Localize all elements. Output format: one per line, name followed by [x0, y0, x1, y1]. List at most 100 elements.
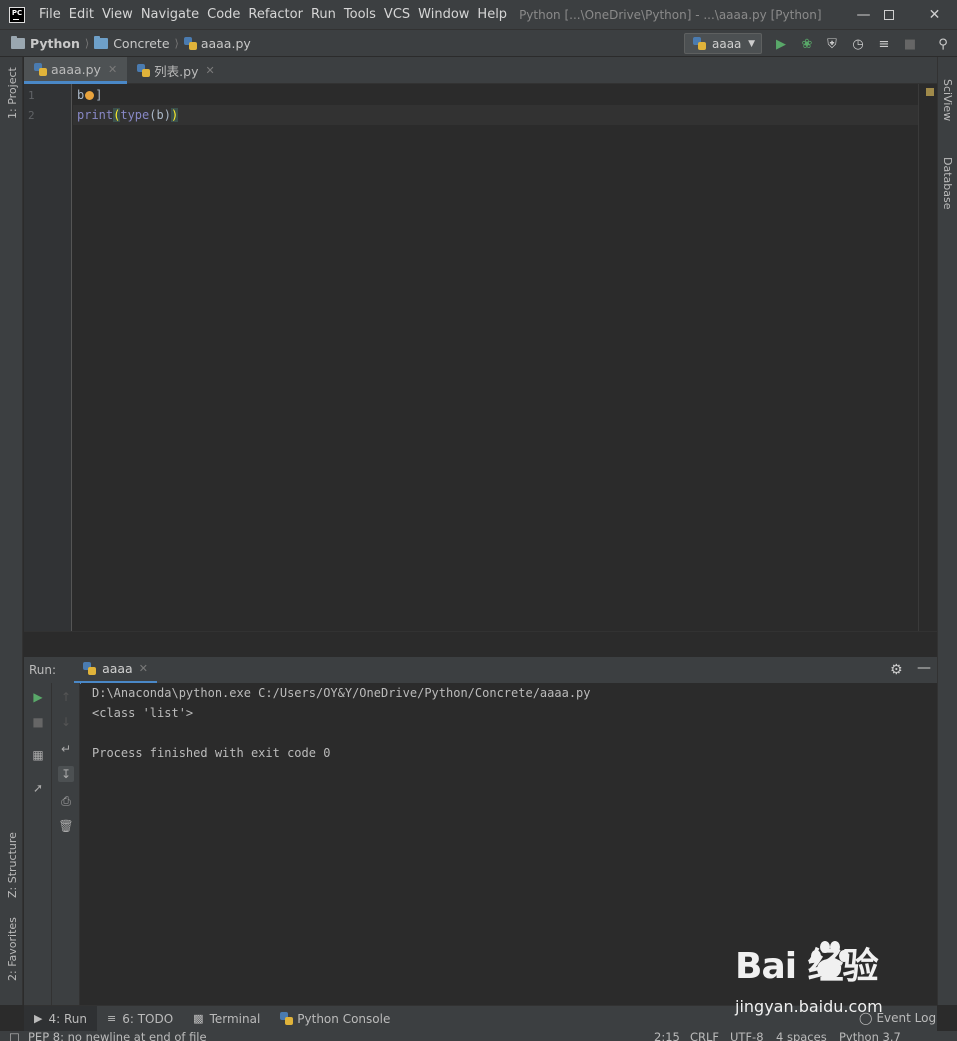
intention-bulb-icon[interactable]	[85, 91, 95, 100]
wrap-icon: ↵	[60, 742, 72, 756]
editor-gutter: 1 2	[24, 84, 72, 631]
breadcrumb-concrete[interactable]: Concrete	[94, 35, 170, 51]
bug-icon: ❀	[801, 36, 813, 52]
breadcrumb-python[interactable]: Python	[11, 35, 80, 51]
scroll-end-icon: ↧	[60, 767, 72, 781]
python-icon	[83, 662, 97, 675]
close-tab-icon[interactable]: ✕	[108, 63, 117, 76]
menu-run[interactable]: Run	[307, 7, 340, 22]
soft-wrap-button[interactable]: ↵	[58, 741, 74, 757]
favorites-tool-tab[interactable]: 2: Favorites	[6, 917, 19, 981]
debug-button[interactable]: ❀	[798, 35, 816, 53]
run-tool-header: Run: aaaa ✕ ⚙ —	[24, 656, 937, 684]
scroll-to-end-button[interactable]: ↧	[58, 766, 74, 782]
close-window-button[interactable]: ✕	[912, 0, 957, 29]
code-line-1[interactable]: b]	[77, 88, 102, 102]
menu-view[interactable]: View	[98, 7, 137, 22]
clear-all-button[interactable]: 🗑	[58, 818, 74, 834]
arrow-down-icon: ↓	[60, 715, 72, 729]
title-bar: PC File Edit View Navigate Code Refactor…	[0, 0, 957, 29]
project-tool-tab[interactable]: 1: Project	[6, 67, 19, 119]
layout-icon: ▦	[32, 748, 44, 762]
menu-vcs[interactable]: VCS	[380, 7, 414, 22]
play-icon: ▶	[34, 1012, 43, 1025]
layout-button[interactable]: ▦	[30, 747, 46, 763]
caret-position[interactable]: 2:15	[654, 1031, 680, 1041]
close-icon: ✕	[928, 6, 941, 23]
sciview-tool-tab[interactable]: SciView	[941, 79, 954, 121]
editor-scrollbar[interactable]	[918, 84, 937, 631]
todo-tool-tab[interactable]: ≡ 6: TODO	[97, 1006, 183, 1032]
scroll-up-button[interactable]: ↑	[58, 689, 74, 705]
python-interpreter[interactable]: Python 3.7	[839, 1031, 901, 1041]
hide-panel-icon[interactable]: —	[917, 660, 931, 676]
run-tab-aaaa[interactable]: aaaa ✕	[74, 657, 157, 684]
line-number: 2	[28, 109, 35, 122]
python-console-tool-tab[interactable]: Python Console	[270, 1006, 400, 1032]
status-message[interactable]: PEP 8: no newline at end of file	[28, 1031, 207, 1041]
stop-icon: ■	[32, 715, 44, 729]
trash-icon: 🗑	[58, 819, 74, 833]
profiler-icon: ◷	[852, 36, 864, 52]
run-configuration-select[interactable]: aaaa ▼	[684, 33, 762, 54]
list-run-icon: ≡	[878, 36, 890, 52]
maximize-button[interactable]	[866, 0, 911, 29]
breadcrumb-separator-icon: ⟩	[174, 36, 179, 50]
left-tool-strip: 1: Project Z: Structure 2: Favorites	[0, 57, 23, 1005]
line-number: 1	[28, 89, 35, 102]
right-tool-strip: SciView Database	[937, 57, 957, 1005]
menu-refactor[interactable]: Refactor	[244, 7, 307, 22]
current-line-highlight	[73, 105, 918, 125]
database-tool-tab[interactable]: Database	[941, 157, 954, 210]
pin-button[interactable]: ➚	[30, 780, 46, 796]
list-icon: ≡	[106, 1012, 117, 1025]
gear-icon[interactable]: ⚙	[890, 662, 903, 678]
menu-tools[interactable]: Tools	[340, 7, 380, 22]
warning-marker-icon[interactable]	[926, 88, 934, 96]
editor-tab-list[interactable]: 列表.py ✕	[127, 57, 225, 84]
console-line: D:\Anaconda\python.exe C:/Users/OY&Y/One…	[92, 686, 591, 700]
search-icon: ⚲	[938, 36, 948, 52]
menu-navigate[interactable]: Navigate	[137, 7, 203, 22]
terminal-icon: ▩	[193, 1012, 204, 1025]
scroll-down-button[interactable]: ↓	[58, 714, 74, 730]
close-tab-icon[interactable]: ✕	[205, 64, 214, 77]
print-button[interactable]: ⎙	[58, 793, 74, 809]
breadcrumb-file[interactable]: aaaa.py	[183, 36, 251, 51]
file-encoding[interactable]: UTF-8	[730, 1031, 764, 1041]
structure-tool-tab[interactable]: Z: Structure	[6, 832, 19, 898]
editor-tab-bar: aaaa.py ✕ 列表.py ✕	[24, 57, 937, 84]
maximize-icon	[883, 9, 894, 20]
menu-file[interactable]: File	[35, 7, 65, 22]
rerun-button[interactable]: ▶	[30, 689, 46, 705]
search-everywhere-button[interactable]: ⚲	[934, 35, 952, 53]
run-button[interactable]: ▶	[772, 35, 790, 53]
watermark-url: jingyan.baidu.com	[735, 997, 883, 1016]
folder-icon	[11, 35, 25, 49]
pycharm-logo-icon: PC	[9, 6, 25, 23]
play-icon: ▶	[33, 690, 43, 704]
stop-run-button[interactable]: ■	[30, 714, 46, 730]
menu-bar: File Edit View Navigate Code Refactor Ru…	[35, 7, 511, 22]
concurrency-button[interactable]: ≡	[875, 35, 893, 53]
indent-setting[interactable]: 4 spaces	[776, 1031, 827, 1041]
editor-tab-aaaa[interactable]: aaaa.py ✕	[24, 57, 128, 84]
navigation-bar: Python ⟩ Concrete ⟩ aaaa.py aaaa ▼ ▶ ❀ ⛨…	[0, 29, 957, 57]
menu-code[interactable]: Code	[203, 7, 244, 22]
menu-window[interactable]: Window	[414, 7, 473, 22]
code-line-2[interactable]: print(type(b))	[77, 108, 179, 122]
menu-help[interactable]: Help	[473, 7, 511, 22]
run-tool-tab[interactable]: ▶ 4: Run	[24, 1005, 97, 1032]
coverage-button[interactable]: ⛨	[823, 35, 841, 53]
profile-button[interactable]: ◷	[849, 35, 867, 53]
run-label: Run:	[29, 663, 57, 677]
pin-icon: ➚	[32, 781, 44, 795]
watermark-logo: Bai 经验	[735, 946, 879, 987]
dropdown-caret-icon: ▼	[748, 38, 755, 49]
terminal-tool-tab[interactable]: ▩ Terminal	[183, 1006, 270, 1032]
code-editor[interactable]: b] print(type(b))	[73, 84, 918, 631]
close-tab-icon[interactable]: ✕	[139, 662, 148, 675]
menu-edit[interactable]: Edit	[65, 7, 98, 22]
line-separator[interactable]: CRLF	[690, 1031, 719, 1041]
stop-button[interactable]: ■	[901, 35, 919, 53]
